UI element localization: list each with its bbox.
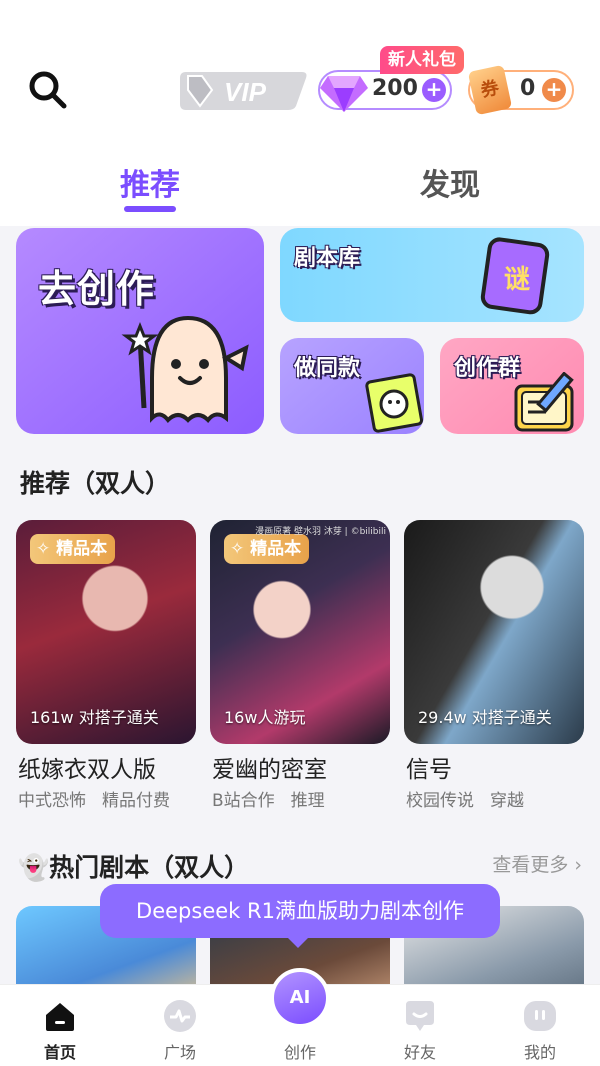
script-library-card[interactable]: 剧本库 谜	[280, 228, 584, 322]
story-tag[interactable]: 推理	[291, 791, 325, 811]
profile-icon	[524, 1001, 556, 1031]
make-same-card[interactable]: 做同款	[280, 338, 424, 434]
ghost-stamp-icon	[365, 373, 424, 433]
story-players: 16w人游玩	[224, 708, 306, 727]
story-cover: 29.4w 对搭子通关	[404, 520, 584, 744]
recommend-section-title: 推荐（双人）	[20, 469, 171, 498]
story-tag[interactable]: 校园传说	[406, 791, 474, 811]
pencil-note-icon	[514, 372, 574, 432]
story-players: 29.4w 对搭子通关	[418, 708, 552, 727]
story-card-2[interactable]: ✧ 精品本 漫画原著 壁水羽 沐芽 | ©bilibili 16w人游玩 爱幽的…	[210, 520, 390, 811]
ghost-icon: 👻	[18, 853, 50, 882]
see-more-link[interactable]: 查看更多 ›	[492, 850, 582, 877]
nav-label: 创作	[283, 1043, 316, 1062]
premium-badge: ✧ 精品本	[224, 534, 310, 564]
gem-balance[interactable]: 200 +	[318, 70, 452, 112]
svg-text:谜: 谜	[504, 265, 530, 295]
ai-create-button[interactable]: AI	[270, 968, 330, 1028]
story-tags: 校园传说 穿越	[406, 786, 540, 811]
create-card[interactable]: 去创作	[16, 228, 264, 434]
nav-label: 广场	[163, 1043, 196, 1062]
ticket-icon: 券	[467, 64, 513, 116]
story-cover: ✧ 精品本 161w 对搭子通关	[16, 520, 196, 744]
nav-label: 我的	[523, 1043, 556, 1062]
story-name: 纸嫁衣双人版	[18, 757, 156, 783]
story-card-1[interactable]: ✧ 精品本 161w 对搭子通关 纸嫁衣双人版 中式恐怖 精品付费	[16, 520, 196, 811]
story-tag[interactable]: 精品付费	[102, 791, 170, 811]
active-tab-indicator	[124, 206, 176, 212]
ticket-count: 0	[520, 76, 536, 101]
add-ticket-icon[interactable]: +	[542, 78, 566, 102]
home-icon	[46, 1003, 74, 1031]
tab-recommend[interactable]: 推荐	[120, 160, 180, 204]
story-tag[interactable]: 中式恐怖	[18, 791, 86, 811]
notebook-icon: 谜	[480, 237, 550, 315]
premium-badge: ✧ 精品本	[30, 534, 116, 564]
top-header: VIP 新人礼包 200 + 券 0 + 推荐 发现	[0, 0, 600, 226]
ticket-balance[interactable]: 券 0 +	[467, 64, 574, 116]
story-card-3[interactable]: 29.4w 对搭子通关 信号 校园传说 穿越	[404, 520, 584, 811]
nav-label: 好友	[403, 1043, 436, 1062]
deepseek-tooltip[interactable]: Deepseek R1满血版助力剧本创作	[100, 884, 500, 948]
story-tags: 中式恐怖 精品付费	[18, 786, 186, 811]
make-same-title: 做同款	[294, 356, 361, 381]
nav-home[interactable]: 首页	[0, 985, 120, 1066]
hot-section-title: 👻热门剧本（双人）	[18, 853, 250, 882]
nav-profile[interactable]: 我的	[480, 985, 600, 1066]
friends-icon	[406, 1001, 434, 1031]
story-name: 爱幽的密室	[212, 757, 327, 783]
vip-label: VIP	[224, 77, 267, 107]
tab-discover[interactable]: 发现	[420, 160, 480, 204]
plaza-icon	[164, 1000, 196, 1032]
new-user-gift-tag[interactable]: 新人礼包	[380, 46, 464, 74]
nav-plaza[interactable]: 广场	[120, 985, 240, 1066]
story-cover: ✧ 精品本 漫画原著 壁水羽 沐芽 | ©bilibili 16w人游玩	[210, 520, 390, 744]
gem-count: 200	[372, 76, 418, 101]
cover-credit: 漫画原著 壁水羽 沐芽 | ©bilibili	[255, 527, 386, 537]
story-name: 信号	[406, 757, 452, 783]
creator-group-card[interactable]: 创作群	[440, 338, 584, 434]
script-library-title: 剧本库	[294, 246, 361, 271]
search-button[interactable]	[26, 68, 70, 112]
gem-icon	[320, 76, 368, 112]
story-tag[interactable]: 穿越	[490, 791, 524, 811]
nav-label: 首页	[43, 1043, 76, 1062]
ai-create-icon: AI	[289, 987, 311, 1008]
nav-friends[interactable]: 好友	[360, 985, 480, 1066]
ghost-mascot-icon	[121, 315, 249, 423]
story-players: 161w 对搭子通关	[30, 708, 159, 727]
story-tags: B站合作 推理	[212, 786, 341, 811]
vip-badge[interactable]: VIP	[176, 68, 310, 112]
search-icon	[29, 71, 67, 109]
story-tag[interactable]: B站合作	[212, 791, 275, 811]
add-gem-icon[interactable]: +	[422, 78, 446, 102]
